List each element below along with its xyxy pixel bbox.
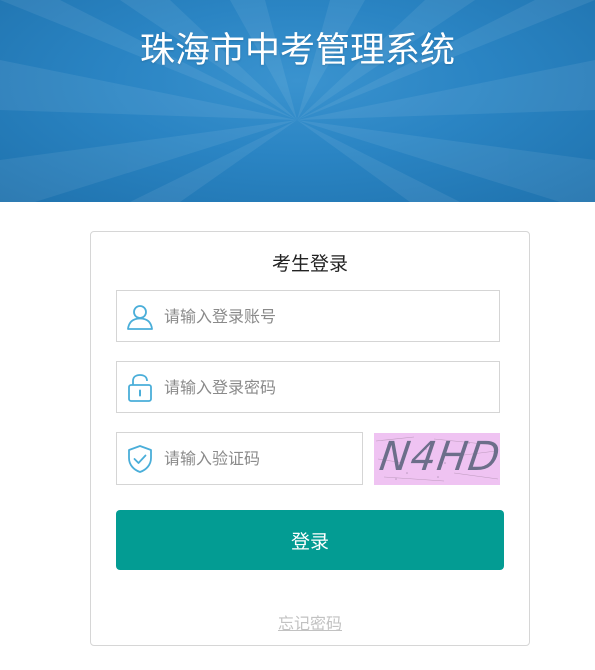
captcha-text: N4HD [376,434,500,480]
login-button[interactable]: 登录 [116,510,504,570]
login-title: 考生登录 [271,253,348,275]
password-input[interactable] [164,362,494,412]
shield-check-icon [125,444,155,474]
captcha-input[interactable] [164,433,357,484]
page-title: 珠海市中考管理系统 [139,31,455,71]
account-input[interactable] [164,291,494,341]
login-card: 考生登录 请输入登录账号 请输入验证码 N4HD 登录 忘记密码 [90,231,530,646]
password-field[interactable] [116,361,500,413]
forgot-password-container: 忘记密码 [91,610,529,634]
captcha-image[interactable]: N4HD [374,433,500,485]
header-banner: 珠海市中考管理系统 [0,0,595,202]
captcha-field[interactable] [116,432,363,485]
account-field[interactable] [116,290,500,342]
forgot-password-link[interactable]: 忘记密码 [278,614,342,633]
user-icon [125,302,155,332]
lock-icon [125,373,155,403]
